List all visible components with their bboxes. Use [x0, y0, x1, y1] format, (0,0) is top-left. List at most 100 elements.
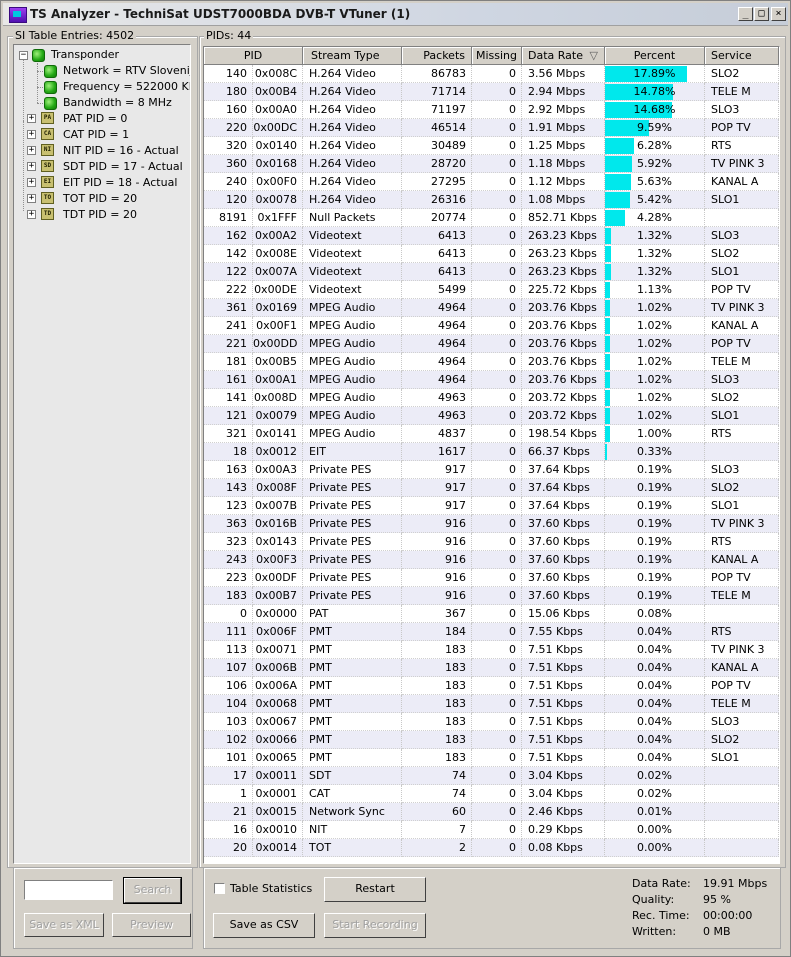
table-row[interactable]: 221 0x00DD MPEG Audio 4964 0 203.76 Kbps 1.02%…	[204, 335, 779, 353]
search-input[interactable]	[24, 880, 113, 900]
tree-item-bandwidth[interactable]: Bandwidth = 8 MHz	[63, 95, 172, 111]
table-row[interactable]: 363 0x016B Private PES 916 0 37.60 Kbps 0.19% T…	[204, 515, 779, 533]
table-row[interactable]: 160 0x00A0 H.264 Video 71197 0 2.92 Mbps 14.68…	[204, 101, 779, 119]
expand-toggle[interactable]: +	[27, 178, 36, 187]
cell-service: RTS	[705, 533, 779, 551]
expand-toggle[interactable]: +	[27, 210, 36, 219]
title-bar[interactable]: TS Analyzer - TechniSat UDST7000BDA DVB-…	[3, 3, 788, 26]
table-row[interactable]: 21 0x0015 Network Sync 60 0 2.46 Kbps 0.01%	[204, 803, 779, 821]
column-header-stream-type[interactable]: Stream Type	[303, 47, 402, 65]
percent-text: 1.32%	[637, 247, 672, 260]
table-row[interactable]: 8191 0x1FFF Null Packets 20774 0 852.71 Kbps 4…	[204, 209, 779, 227]
table-row[interactable]: 141 0x008D MPEG Audio 4963 0 203.72 Kbps 1.02%…	[204, 389, 779, 407]
table-row[interactable]: 123 0x007B Private PES 917 0 37.64 Kbps 0.19% S…	[204, 497, 779, 515]
tree-item-network[interactable]: Network = RTV Slovenija	[63, 63, 190, 79]
expand-toggle[interactable]: +	[27, 162, 36, 171]
cell-data-rate: 7.51 Kbps	[522, 695, 605, 713]
table-row[interactable]: 361 0x0169 MPEG Audio 4964 0 203.76 Kbps 1.02%…	[204, 299, 779, 317]
table-row[interactable]: 140 0x008C H.264 Video 86783 0 3.56 Mbps 17.89…	[204, 65, 779, 83]
table-row[interactable]: 220 0x00DC H.264 Video 46514 0 1.91 Mbps 9.59%…	[204, 119, 779, 137]
tree-item-frequency[interactable]: Frequency = 522000 KHz	[63, 79, 190, 95]
expand-toggle[interactable]: +	[27, 194, 36, 203]
table-row[interactable]: 16 0x0010 NIT 7 0 0.29 Kbps 0.00%	[204, 821, 779, 839]
table-row[interactable]: 223 0x00DF Private PES 916 0 37.60 Kbps 0.19% P…	[204, 569, 779, 587]
table-row[interactable]: 183 0x00B7 Private PES 916 0 37.60 Kbps 0.19% T…	[204, 587, 779, 605]
cell-service: SLO2	[705, 731, 779, 749]
tree-item-tot[interactable]: TOT PID = 20	[63, 191, 137, 207]
table-row[interactable]: 161 0x00A1 MPEG Audio 4964 0 203.76 Kbps 1.02%…	[204, 371, 779, 389]
tree-root-transponder[interactable]: Transponder	[51, 47, 119, 63]
tree-item-sdt[interactable]: SDT PID = 17 - Actual	[63, 159, 183, 175]
table-row[interactable]: 102 0x0066 PMT 183 0 7.51 Kbps 0.04% SLO2	[204, 731, 779, 749]
table-row[interactable]: 122 0x007A Videotext 6413 0 263.23 Kbps 1.32% S…	[204, 263, 779, 281]
cell-pid: 20	[204, 839, 253, 857]
column-header-packets[interactable]: Packets	[402, 47, 472, 65]
table-row[interactable]: 104 0x0068 PMT 183 0 7.51 Kbps 0.04% TELE M	[204, 695, 779, 713]
table-row[interactable]: 107 0x006B PMT 183 0 7.51 Kbps 0.04% KANAL A	[204, 659, 779, 677]
table-row[interactable]: 1 0x0001 CAT 74 0 3.04 Kbps 0.02%	[204, 785, 779, 803]
table-row[interactable]: 181 0x00B5 MPEG Audio 4964 0 203.76 Kbps 1.02%…	[204, 353, 779, 371]
table-row[interactable]: 142 0x008E Videotext 6413 0 263.23 Kbps 1.32% S…	[204, 245, 779, 263]
column-header-data-rate[interactable]: Data Rate ▽	[522, 47, 605, 65]
table-row[interactable]: 121 0x0079 MPEG Audio 4963 0 203.72 Kbps 1.02%…	[204, 407, 779, 425]
table-row[interactable]: 111 0x006F PMT 184 0 7.55 Kbps 0.04% RTS	[204, 623, 779, 641]
cell-missing: 0	[472, 263, 522, 281]
table-row[interactable]: 20 0x0014 TOT 2 0 0.08 Kbps 0.00%	[204, 839, 779, 857]
tree-item-cat[interactable]: CAT PID = 1	[63, 127, 129, 143]
table-row[interactable]: 120 0x0078 H.264 Video 26316 0 1.08 Mbps 5.42%…	[204, 191, 779, 209]
table-row[interactable]: 101 0x0065 PMT 183 0 7.51 Kbps 0.04% SLO1	[204, 749, 779, 767]
cell-data-rate: 203.76 Kbps	[522, 335, 605, 353]
column-header-percent[interactable]: Percent	[605, 47, 705, 65]
save-as-xml-button[interactable]: Save as XML	[24, 913, 104, 937]
search-button[interactable]: Search	[123, 877, 182, 904]
tree-item-tdt[interactable]: TDT PID = 20	[63, 207, 137, 223]
table-row[interactable]: 103 0x0067 PMT 183 0 7.51 Kbps 0.04% SLO3	[204, 713, 779, 731]
expand-toggle[interactable]: +	[27, 146, 36, 155]
table-row[interactable]: 113 0x0071 PMT 183 0 7.51 Kbps 0.04% TV PINK 3	[204, 641, 779, 659]
minimize-button[interactable]: _	[738, 7, 753, 21]
preview-button[interactable]: Preview	[112, 913, 191, 937]
table-row[interactable]: 360 0x0168 H.264 Video 28720 0 1.18 Mbps 5.92%…	[204, 155, 779, 173]
table-statistics-checkbox[interactable]	[214, 883, 225, 894]
cell-missing: 0	[472, 515, 522, 533]
cell-service: KANAL A	[705, 659, 779, 677]
collapse-toggle[interactable]: −	[19, 51, 28, 60]
table-row[interactable]: 106 0x006A PMT 183 0 7.51 Kbps 0.04% POP TV	[204, 677, 779, 695]
transponder-node-icon	[32, 49, 45, 62]
column-header-missing[interactable]: Missing	[472, 47, 522, 65]
table-row[interactable]: 17 0x0011 SDT 74 0 3.04 Kbps 0.02%	[204, 767, 779, 785]
cell-stream-type: H.264 Video	[303, 155, 402, 173]
table-row[interactable]: 320 0x0140 H.264 Video 30489 0 1.25 Mbps 6.28%…	[204, 137, 779, 155]
start-recording-button[interactable]: Start Recording	[324, 913, 426, 938]
table-row[interactable]: 243 0x00F3 Private PES 916 0 37.60 Kbps 0.19% K…	[204, 551, 779, 569]
cell-pid-hex: 0x006A	[253, 677, 303, 695]
expand-toggle[interactable]: +	[27, 114, 36, 123]
table-row[interactable]: 0 0x0000 PAT 367 0 15.06 Kbps 0.08%	[204, 605, 779, 623]
cell-pid-hex: 0x006F	[253, 623, 303, 641]
table-row[interactable]: 321 0x0141 MPEG Audio 4837 0 198.54 Kbps 1.00%…	[204, 425, 779, 443]
expand-toggle[interactable]: +	[27, 130, 36, 139]
tree-item-eit[interactable]: EIT PID = 18 - Actual	[63, 175, 177, 191]
table-row[interactable]: 163 0x00A3 Private PES 917 0 37.64 Kbps 0.19% S…	[204, 461, 779, 479]
table-row[interactable]: 180 0x00B4 H.264 Video 71714 0 2.94 Mbps 14.78…	[204, 83, 779, 101]
column-header-pid[interactable]: PID	[204, 47, 303, 65]
cell-packets: 183	[402, 659, 472, 677]
maximize-button[interactable]: □	[754, 7, 769, 21]
table-row[interactable]: 240 0x00F0 H.264 Video 27295 0 1.12 Mbps 5.63%…	[204, 173, 779, 191]
cell-missing: 0	[472, 551, 522, 569]
table-row[interactable]: 222 0x00DE Videotext 5499 0 225.72 Kbps 1.13% P…	[204, 281, 779, 299]
tree-item-nit[interactable]: NIT PID = 16 - Actual	[63, 143, 179, 159]
table-row[interactable]: 18 0x0012 EIT 1617 0 66.37 Kbps 0.33%	[204, 443, 779, 461]
table-row[interactable]: 162 0x00A2 Videotext 6413 0 263.23 Kbps 1.32% S…	[204, 227, 779, 245]
si-tree[interactable]: − Transponder Network = RTV Slovenija Fr…	[13, 44, 191, 864]
table-row[interactable]: 143 0x008F Private PES 917 0 37.64 Kbps 0.19% S…	[204, 479, 779, 497]
table-row[interactable]: 323 0x0143 Private PES 916 0 37.60 Kbps 0.19% R…	[204, 533, 779, 551]
pid-table[interactable]: PID Stream Type Packets Missing Data Rat…	[203, 46, 780, 864]
restart-button[interactable]: Restart	[324, 877, 426, 902]
table-row[interactable]: 241 0x00F1 MPEG Audio 4964 0 203.76 Kbps 1.02%…	[204, 317, 779, 335]
save-as-csv-button[interactable]: Save as CSV	[213, 913, 315, 938]
cell-data-rate: 1.91 Mbps	[522, 119, 605, 137]
close-button[interactable]: ×	[771, 7, 786, 21]
column-header-service[interactable]: Service	[705, 47, 779, 65]
tree-item-pat[interactable]: PAT PID = 0	[63, 111, 127, 127]
